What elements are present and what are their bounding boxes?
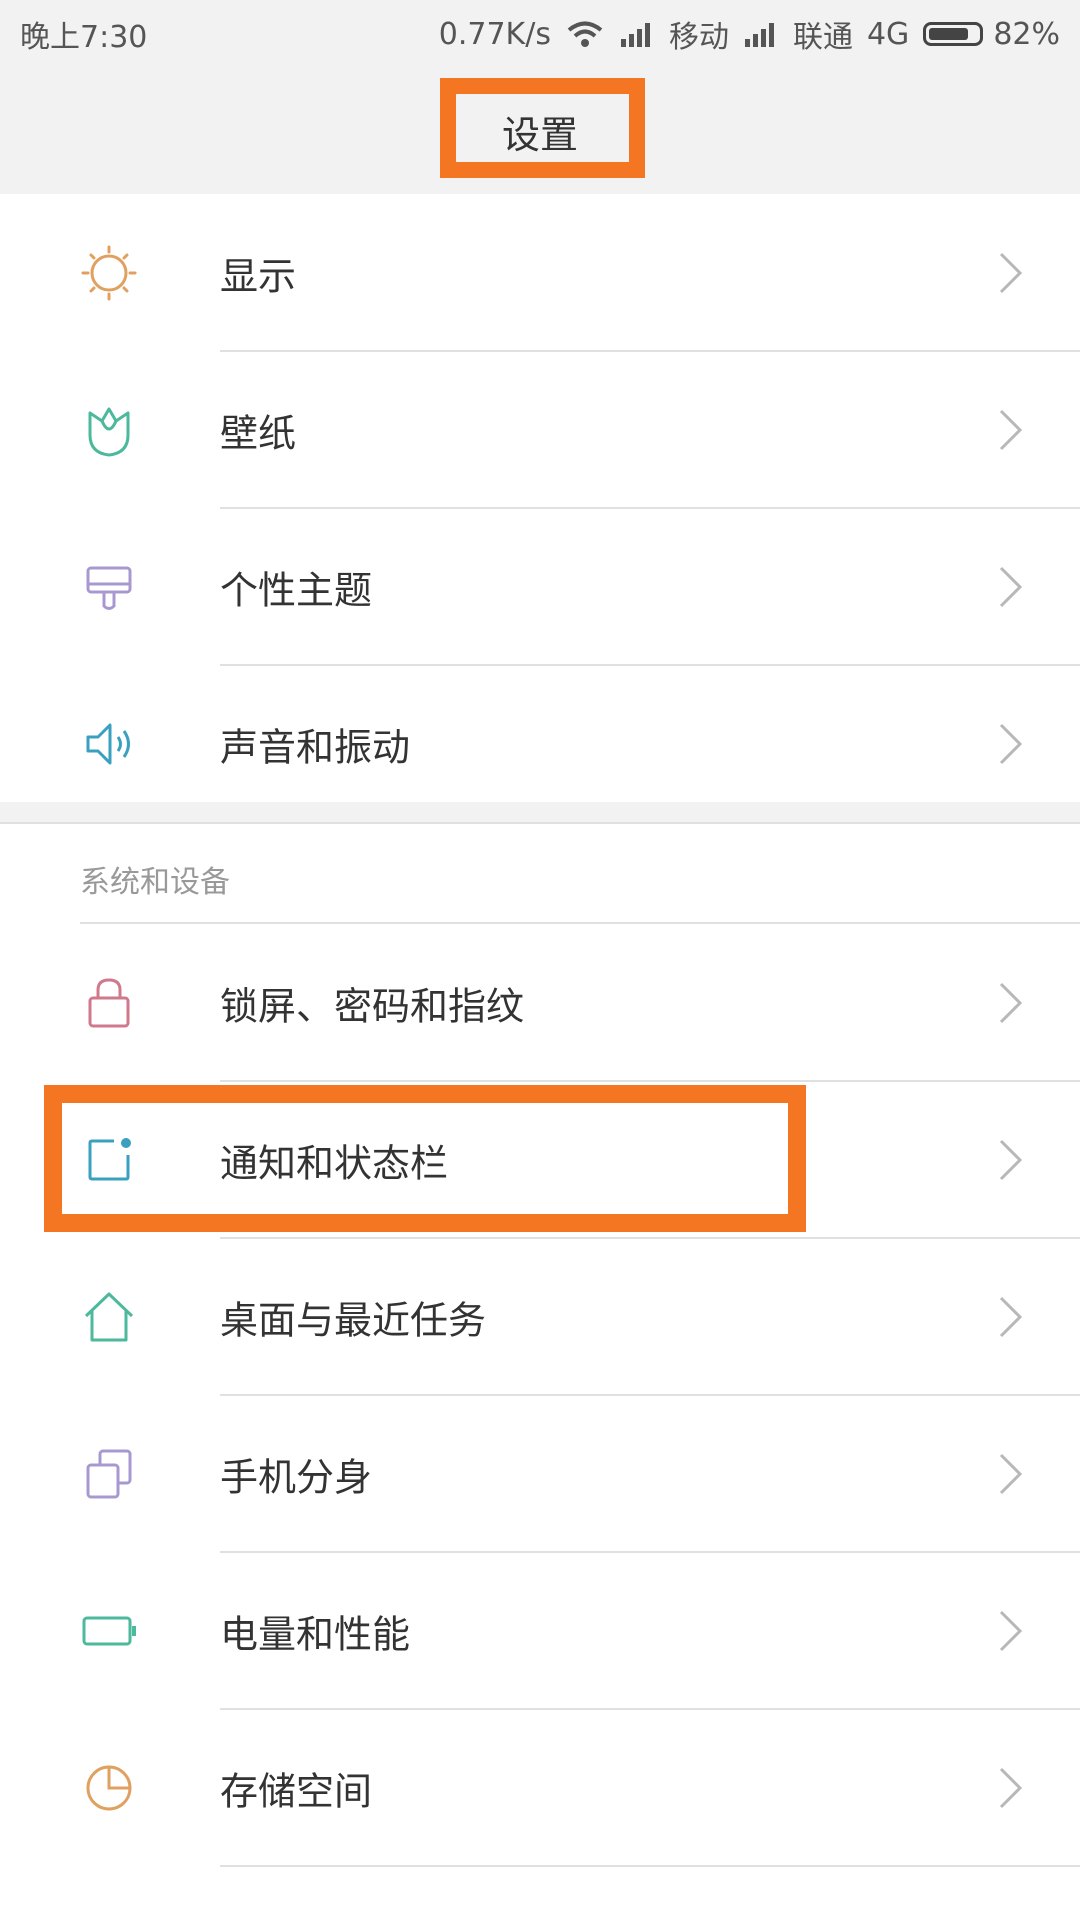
- settings-item-battery[interactable]: 电量和性能: [0, 1552, 1080, 1709]
- chevron-right-icon: [998, 1138, 1024, 1182]
- settings-item-lock[interactable]: 锁屏、密码和指纹: [0, 924, 1080, 1081]
- carrier-1: 移动: [668, 20, 729, 55]
- settings-item-pie-chart[interactable]: 存储空间: [0, 1709, 1080, 1866]
- settings-item-label: 存储空间: [220, 1769, 373, 1813]
- settings-item-label: 手机分身: [220, 1455, 373, 1499]
- speaker-icon: [80, 715, 138, 773]
- battery-icon: [80, 1602, 138, 1660]
- settings-item-speaker[interactable]: 声音和振动: [0, 665, 1080, 822]
- settings-item-tulip[interactable]: 壁纸: [0, 351, 1080, 508]
- chevron-right-icon: [998, 1766, 1024, 1810]
- chevron-right-icon: [998, 981, 1024, 1025]
- status-bar: 晚上7:30 0.77K/s 移动 联通 4G 82%: [0, 0, 1080, 62]
- section-gap: [0, 802, 1080, 822]
- notification-highlight-box: [44, 1085, 806, 1232]
- battery-percent: 82%: [993, 16, 1060, 52]
- settings-item-label: 个性主题: [220, 568, 373, 612]
- pie-chart-icon: [80, 1759, 138, 1817]
- dual-app-icon: [80, 1445, 138, 1503]
- settings-item-dual-app[interactable]: 手机分身: [0, 1395, 1080, 1552]
- battery-indicator: 82%: [923, 17, 1060, 52]
- settings-item-label: 显示: [220, 254, 297, 298]
- settings-item-label: 桌面与最近任务: [220, 1298, 487, 1342]
- settings-item-label: 壁纸: [220, 411, 297, 455]
- sun-icon: [80, 244, 138, 302]
- wifi-icon: [565, 19, 605, 49]
- header: 晚上7:30 0.77K/s 移动 联通 4G 82% 设置: [0, 0, 1080, 194]
- network-type: 4G: [866, 16, 910, 52]
- signal-icon: [743, 21, 779, 47]
- chevron-right-icon: [998, 408, 1024, 452]
- settings-item-label: 电量和性能: [220, 1612, 411, 1656]
- title-highlight-box: [440, 78, 645, 178]
- network-speed: 0.77K/s: [438, 16, 551, 52]
- status-time: 晚上7:30: [20, 20, 148, 55]
- chevron-right-icon: [998, 1452, 1024, 1496]
- divider: [220, 1865, 1080, 1867]
- divider: [0, 822, 1080, 824]
- battery-status-icon: [923, 22, 984, 46]
- settings-item-label: 声音和振动: [220, 725, 411, 769]
- lock-icon: [80, 974, 138, 1032]
- home-icon: [80, 1288, 138, 1346]
- settings-item-home[interactable]: 桌面与最近任务: [0, 1238, 1080, 1395]
- chevron-right-icon: [998, 565, 1024, 609]
- section-header-system: 系统和设备: [80, 865, 230, 900]
- settings-item-sun[interactable]: 显示: [0, 194, 1080, 351]
- carrier-2: 联通: [792, 20, 853, 55]
- settings-item-paintbrush[interactable]: 个性主题: [0, 508, 1080, 665]
- chevron-right-icon: [998, 251, 1024, 295]
- chevron-right-icon: [998, 722, 1024, 766]
- signal-icon: [619, 21, 655, 47]
- settings-item-label: 锁屏、密码和指纹: [220, 984, 525, 1028]
- tulip-icon: [80, 401, 138, 459]
- paintbrush-icon: [80, 558, 138, 616]
- chevron-right-icon: [998, 1295, 1024, 1339]
- chevron-right-icon: [998, 1609, 1024, 1653]
